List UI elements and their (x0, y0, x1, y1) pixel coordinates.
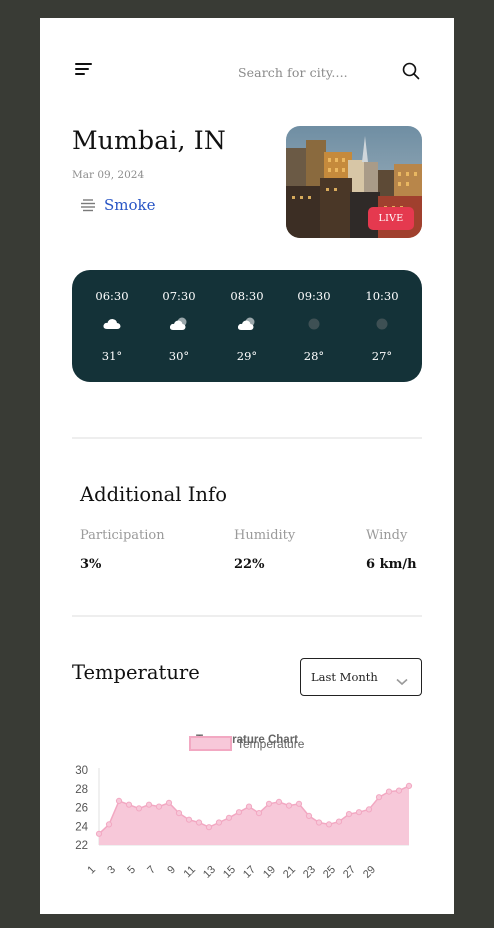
data-point (325, 821, 333, 828)
x-tick-label: 9 (165, 864, 178, 877)
x-tick-label: 17 (241, 864, 258, 881)
haze-icon (79, 198, 97, 214)
x-tick-label: 21 (281, 864, 298, 881)
data-point (355, 809, 363, 816)
temperature-chart: Temperature Chart Temperature 30 28 26 24 22 1 3… (40, 708, 454, 908)
data-point (385, 788, 393, 795)
period-select[interactable]: Last Month (300, 658, 422, 696)
data-point (235, 809, 243, 816)
x-tick-label: 29 (361, 864, 378, 881)
city-name: Mumbai, IN (72, 126, 226, 155)
legend-label: Temperature (237, 737, 305, 751)
legend-swatch (189, 736, 232, 751)
hour-temp: 31° (101, 349, 123, 363)
data-point (165, 799, 173, 806)
x-tick-label: 25 (321, 864, 338, 881)
windy-label: Windy (366, 528, 408, 543)
data-point (155, 803, 163, 810)
hour-time: 08:30 (230, 289, 264, 303)
data-point (335, 818, 343, 825)
data-point (175, 810, 183, 817)
data-point (185, 816, 193, 823)
data-point (275, 798, 283, 806)
participation-label: Participation (80, 528, 165, 543)
additional-info-title: Additional Info (80, 483, 227, 506)
humidity-label: Humidity (234, 528, 296, 543)
data-point (195, 819, 203, 826)
data-point (395, 787, 403, 794)
menu-icon[interactable] (75, 63, 95, 79)
data-point (225, 814, 233, 821)
data-point (315, 819, 323, 826)
y-tick-label: 26 (75, 803, 88, 815)
x-tick-label: 3 (105, 864, 118, 877)
live-badge: LIVE (368, 207, 414, 230)
night-icon (372, 315, 392, 333)
hourly-forecast: 06:30 31° 07:30 30° 08:30 29° 09:30 28° … (72, 270, 422, 382)
x-tick-label: 15 (221, 864, 238, 881)
partly-cloudy-icon (237, 315, 257, 333)
data-point (95, 830, 103, 837)
night-icon (304, 315, 324, 333)
hour-time: 06:30 (95, 289, 129, 303)
y-tick-label: 22 (75, 840, 88, 852)
data-point (255, 810, 263, 817)
hour-temp: 28° (303, 349, 325, 363)
x-tick-label: 13 (201, 864, 218, 881)
hour-temp: 29° (236, 349, 258, 363)
data-point (295, 800, 303, 807)
divider (72, 615, 422, 617)
data-point (405, 782, 413, 790)
data-point (215, 819, 223, 826)
data-point (135, 805, 143, 812)
data-point (115, 797, 123, 805)
cloud-icon (102, 315, 122, 333)
chevron-down-icon (395, 672, 409, 686)
data-point (125, 801, 133, 808)
x-tick-label: 11 (182, 864, 199, 881)
data-point (285, 802, 293, 809)
data-point (365, 806, 373, 813)
windy-value: 6 km/h (366, 557, 417, 572)
data-point (245, 803, 253, 810)
temperature-area (99, 785, 409, 845)
x-tick-label: 27 (341, 864, 358, 881)
y-tick-label: 28 (75, 784, 88, 796)
data-point (265, 800, 273, 807)
hour-time: 10:30 (365, 289, 399, 303)
data-point (375, 794, 383, 801)
y-tick-label: 24 (75, 821, 88, 833)
x-tick-label: 5 (125, 864, 138, 877)
x-tick-label: 1 (85, 864, 98, 877)
search-icon[interactable] (401, 61, 421, 81)
hour-temp: 27° (371, 349, 393, 363)
x-tick-label: 23 (301, 864, 318, 881)
data-point (145, 801, 153, 808)
hour-time: 09:30 (297, 289, 331, 303)
data-point (305, 812, 313, 820)
partly-cloudy-icon (169, 315, 189, 333)
data-point (205, 824, 213, 831)
temperature-title: Temperature (72, 661, 200, 684)
x-tick-label: 19 (261, 864, 278, 881)
y-tick-label: 30 (75, 765, 88, 777)
hour-time: 07:30 (162, 289, 196, 303)
data-point (105, 821, 113, 828)
current-date: Mar 09, 2024 (72, 169, 145, 181)
data-point (345, 811, 353, 818)
live-city-view[interactable]: LIVE (286, 126, 422, 238)
divider (72, 437, 422, 439)
temperature-chart-svg: Temperature ChartTemperature30282624221 3… (75, 734, 413, 881)
x-tick-label: 7 (145, 864, 158, 877)
hour-temp: 30° (168, 349, 190, 363)
humidity-value: 22% (234, 557, 265, 572)
condition-link[interactable]: Smoke (104, 196, 156, 214)
search-input[interactable] (238, 60, 388, 84)
participation-value: 3% (80, 557, 102, 572)
weather-card: Mumbai, IN Mar 09, 2024 Smoke (40, 18, 454, 914)
period-select-value: Last Month (311, 670, 378, 684)
